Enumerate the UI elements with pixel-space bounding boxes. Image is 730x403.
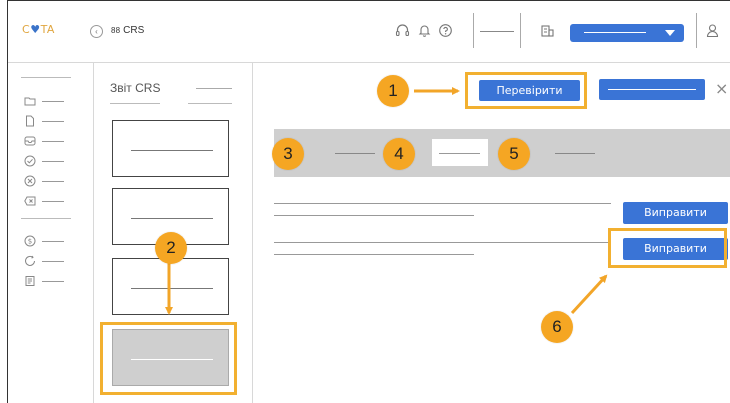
- error-row-line: [274, 254, 474, 255]
- sidebar-item-payments[interactable]: $: [24, 235, 64, 247]
- highlight-selected-card: [100, 322, 237, 395]
- chevron-down-icon: [665, 30, 675, 36]
- document-icon: [24, 115, 36, 127]
- svg-text:$: $: [28, 238, 32, 246]
- check-circle-icon: [24, 155, 36, 167]
- folder-icon: [24, 95, 36, 107]
- inbox-icon: [24, 135, 36, 147]
- building-icon[interactable]: [540, 23, 555, 38]
- sidebar-item-deleted[interactable]: [24, 195, 64, 207]
- logo[interactable]: C♥TA: [22, 23, 55, 36]
- tab-step-2-active[interactable]: [432, 139, 488, 166]
- step-badge-4: 4: [383, 138, 415, 170]
- header-divider: [696, 13, 697, 48]
- cancel-circle-icon: [24, 175, 36, 187]
- sidebar-item-reports[interactable]: [24, 275, 64, 287]
- step-badge-3: 3: [272, 138, 304, 170]
- tab-step-3[interactable]: [555, 153, 595, 154]
- step-badge-2: 2: [155, 232, 187, 264]
- highlight-check-button: [465, 72, 587, 109]
- report-card[interactable]: [112, 120, 229, 177]
- sidebar-divider: [21, 218, 71, 219]
- user-icon[interactable]: [705, 23, 720, 38]
- header-divider: [520, 13, 521, 48]
- app-name-label: CRS: [123, 25, 145, 36]
- sidebar-item-inbox[interactable]: [24, 135, 64, 147]
- bell-icon[interactable]: [417, 23, 432, 38]
- sidebar-item-approved[interactable]: [24, 155, 64, 167]
- headset-icon[interactable]: [395, 23, 410, 38]
- error-row-line: [274, 215, 474, 216]
- tab-step-1[interactable]: [335, 153, 375, 154]
- header-placeholder: [480, 31, 514, 32]
- step-badge-1: 1: [377, 75, 409, 107]
- report-icon: [24, 275, 36, 287]
- close-icon[interactable]: ×: [715, 79, 728, 98]
- sidebar-item-rejected[interactable]: [24, 175, 64, 187]
- report-card[interactable]: [112, 258, 229, 315]
- apps-grid-icon: 8 8: [111, 26, 120, 35]
- dollar-circle-icon: $: [24, 235, 36, 247]
- error-row-line: [274, 203, 611, 204]
- organization-select[interactable]: [570, 24, 684, 42]
- highlight-fix-button: [608, 228, 727, 268]
- sidebar-item-documents[interactable]: [24, 115, 64, 127]
- sidebar-item-folders[interactable]: [24, 95, 64, 107]
- delete-tag-icon: [24, 195, 36, 207]
- step-badge-5: 5: [498, 138, 530, 170]
- top-header: C♥TA ‹ 8 8 CRS: [8, 1, 730, 63]
- select-placeholder: [584, 32, 646, 33]
- sidebar-divider: [21, 77, 71, 78]
- error-row-line: [274, 242, 611, 243]
- header-divider: [473, 13, 474, 48]
- sidebar-item-exchange[interactable]: [24, 255, 64, 267]
- collapse-sidebar-button[interactable]: ‹: [90, 25, 103, 38]
- panel-title: Звіт CRS: [110, 81, 161, 95]
- app-switcher[interactable]: 8 8 CRS: [111, 25, 144, 36]
- action-button[interactable]: [599, 79, 705, 100]
- sidebar-nav: $: [8, 63, 94, 403]
- help-icon[interactable]: [438, 23, 453, 38]
- fix-button[interactable]: Виправити: [623, 202, 728, 224]
- globe-refresh-icon: [24, 255, 36, 267]
- step-badge-6: 6: [541, 311, 573, 343]
